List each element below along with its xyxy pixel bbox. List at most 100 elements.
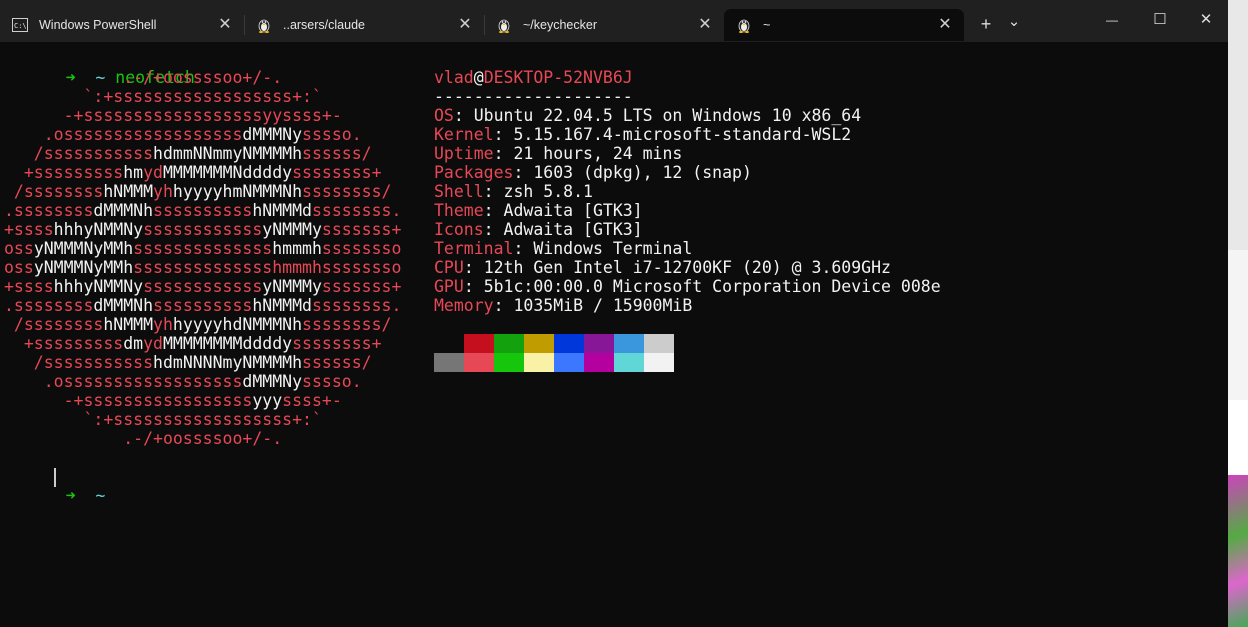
info-value: 5b1c:00:00.0 Microsoft Corporation Devic… [483,277,941,296]
color-swatch [434,353,464,372]
ascii-logo-line: `:+ssssssssssssssssss+:` [4,87,321,106]
info-key: Kernel [434,125,494,144]
ascii-segment: ssssssssss [153,201,253,220]
info-key: Memory [434,296,494,315]
close-tab-icon[interactable]: ✕ [936,16,954,34]
tab-home-active[interactable]: ~ ✕ [724,9,964,41]
ascii-segment: dm [123,334,144,353]
ascii-segment: hyyyyhdNMMMNh [172,315,303,334]
close-tab-icon[interactable]: ✕ [456,16,474,34]
close-window-button[interactable]: ✕ [1194,8,1218,32]
ascii-segment: ssssssso [321,239,402,258]
maximize-button[interactable]: ☐ [1148,8,1172,32]
ascii-segment: sssso. [302,125,362,144]
user-host-line: vlad@DESKTOP-52NVB6J [434,68,633,87]
ascii-segment: +sssssssss [4,334,124,353]
ascii-segment: sssssssssssssshmmmh [133,258,322,277]
info-key: Uptime [434,144,494,163]
ascii-segment: yNMMMNyMMh [33,239,134,258]
ascii-logo-line: .-/+oossssoo+/-. [4,429,282,448]
info-value: Adwaita [GTK3] [503,201,643,220]
background-image-edge [1228,475,1248,627]
ascii-segment: hm [123,163,144,182]
ascii-logo-line: ossyNMMMNyMMhsssssssssssssshmmmhssssssso [4,258,401,277]
info-colon: : [483,220,504,239]
ascii-segment: hNMMMd [252,201,312,220]
color-swatch [464,353,494,372]
info-colon: : [493,125,514,144]
username: vlad [434,68,474,87]
info-line-packages: Packages: 1603 (dpkg), 12 (snap) [434,163,752,182]
ascii-segment: ssss+- [282,391,342,410]
ascii-segment: yyy [252,391,283,410]
ascii-logo-line: `:+ssssssssssssssssss+:` [4,410,322,429]
ascii-segment: yh [153,182,173,201]
ascii-segment: /ssssssss [4,315,104,334]
ascii-logo-line: -+sssssssssssssssssyyyssss+- [4,391,342,410]
info-key: Shell [434,182,484,201]
info-line-cpu: CPU: 12th Gen Intel i7-12700KF (20) @ 3.… [434,258,891,277]
close-tab-icon[interactable]: ✕ [696,16,714,34]
ascii-logo-line: +ssssssssshmydMMMMMMMNddddyssssssss+ [4,163,382,182]
terminal-area[interactable]: ➜ ~ neofetch .-/+oossssoo+/-. `:+sssssss… [0,48,1228,627]
ascii-segment: hyyyyhmNMMMNh [172,182,303,201]
color-swatch [494,334,524,353]
color-swatch [524,353,554,372]
info-colon: : [453,106,474,125]
ascii-segment: ssssssss+ [292,163,382,182]
ascii-segment: yd [143,334,163,353]
info-line-kernel: Kernel: 5.15.167.4-microsoft-standard-WS… [434,125,851,144]
tab-parsers-claude[interactable]: ..arsers/claude ✕ [244,9,485,41]
ascii-segment: ssssss/ [302,353,372,372]
title-bar[interactable]: C:\ Windows PowerShell ✕ ..arsers/claude… [0,0,1228,42]
info-line-terminal: Terminal: Windows Terminal [434,239,692,258]
info-line-uptime: Uptime: 21 hours, 24 mins [434,144,682,163]
close-tab-icon[interactable]: ✕ [216,16,234,34]
tab-dropdown-button[interactable]: ⌄ [1003,12,1025,36]
info-line-os: OS: Ubuntu 22.04.5 LTS on Windows 10 x86… [434,106,861,125]
ascii-segment: .ssssssss [4,201,94,220]
ascii-logo-line: /ssssssssssshdmmNNmmyNMMMMhssssss/ [4,144,372,163]
ascii-segment: hhhyNMMNy [53,220,144,239]
tab-label: Windows PowerShell [39,18,157,32]
new-tab-button[interactable]: + [975,12,997,36]
ascii-segment: .ossssssssssssssssss [4,125,243,144]
ascii-segment: +sssssssss [4,163,124,182]
ascii-segment: yNMMMNyMMh [33,258,134,277]
ascii-logo-line: .-/+oossssoo+/-. [4,68,282,87]
ascii-segment: sssssss+ [321,220,402,239]
info-line-icons: Icons: Adwaita [GTK3] [434,220,643,239]
tab-windows-powershell[interactable]: C:\ Windows PowerShell ✕ [0,9,245,41]
ascii-segment: ssssssss/ [302,315,392,334]
ascii-segment: ssssssso [321,258,402,277]
ascii-logo-line: /sssssssshNMMMyhhyyyyhmNMMMNhssssssss/ [4,182,392,201]
ascii-segment: dMMMNy [242,372,303,391]
ascii-segment: dMMMNy [242,125,303,144]
tab-keychecker[interactable]: ~/keychecker ✕ [484,9,724,41]
ascii-segment: oss [4,239,34,258]
windows-terminal-window: C:\ Windows PowerShell ✕ ..arsers/claude… [0,0,1228,627]
info-colon: : [493,296,514,315]
minimize-button[interactable]: — [1100,8,1124,32]
ascii-logo-line: .ossssssssssssssssssdMMMNysssso. [4,125,362,144]
info-value: Windows Terminal [533,239,693,258]
ascii-segment: ssssssssssss [143,277,263,296]
powershell-icon: C:\ [12,17,28,33]
ascii-segment: MMMMMMMMddddy [162,334,293,353]
ascii-segment: sssssss+ [321,277,402,296]
info-value: Ubuntu 22.04.5 LTS on Windows 10 x86_64 [473,106,862,125]
ascii-segment: hNMMMd [252,296,312,315]
ascii-segment: yh [153,315,173,334]
ascii-segment: hdmmNNmmyNMMMMh [153,144,303,163]
info-colon: : [483,182,504,201]
info-line-memory: Memory: 1035MiB / 15900MiB [434,296,692,315]
ascii-segment: hhhyNMMNy [53,277,144,296]
at-sign: @ [473,68,484,87]
ascii-segment: `:+ssssssssssssssssss+:` [4,410,322,429]
prompt-arrow: ➜ [65,486,76,505]
info-key: GPU [434,277,464,296]
ascii-segment: /sssssssssss [4,353,154,372]
text-cursor [54,468,56,487]
info-line-shell: Shell: zsh 5.8.1 [434,182,593,201]
info-colon: : [493,144,514,163]
